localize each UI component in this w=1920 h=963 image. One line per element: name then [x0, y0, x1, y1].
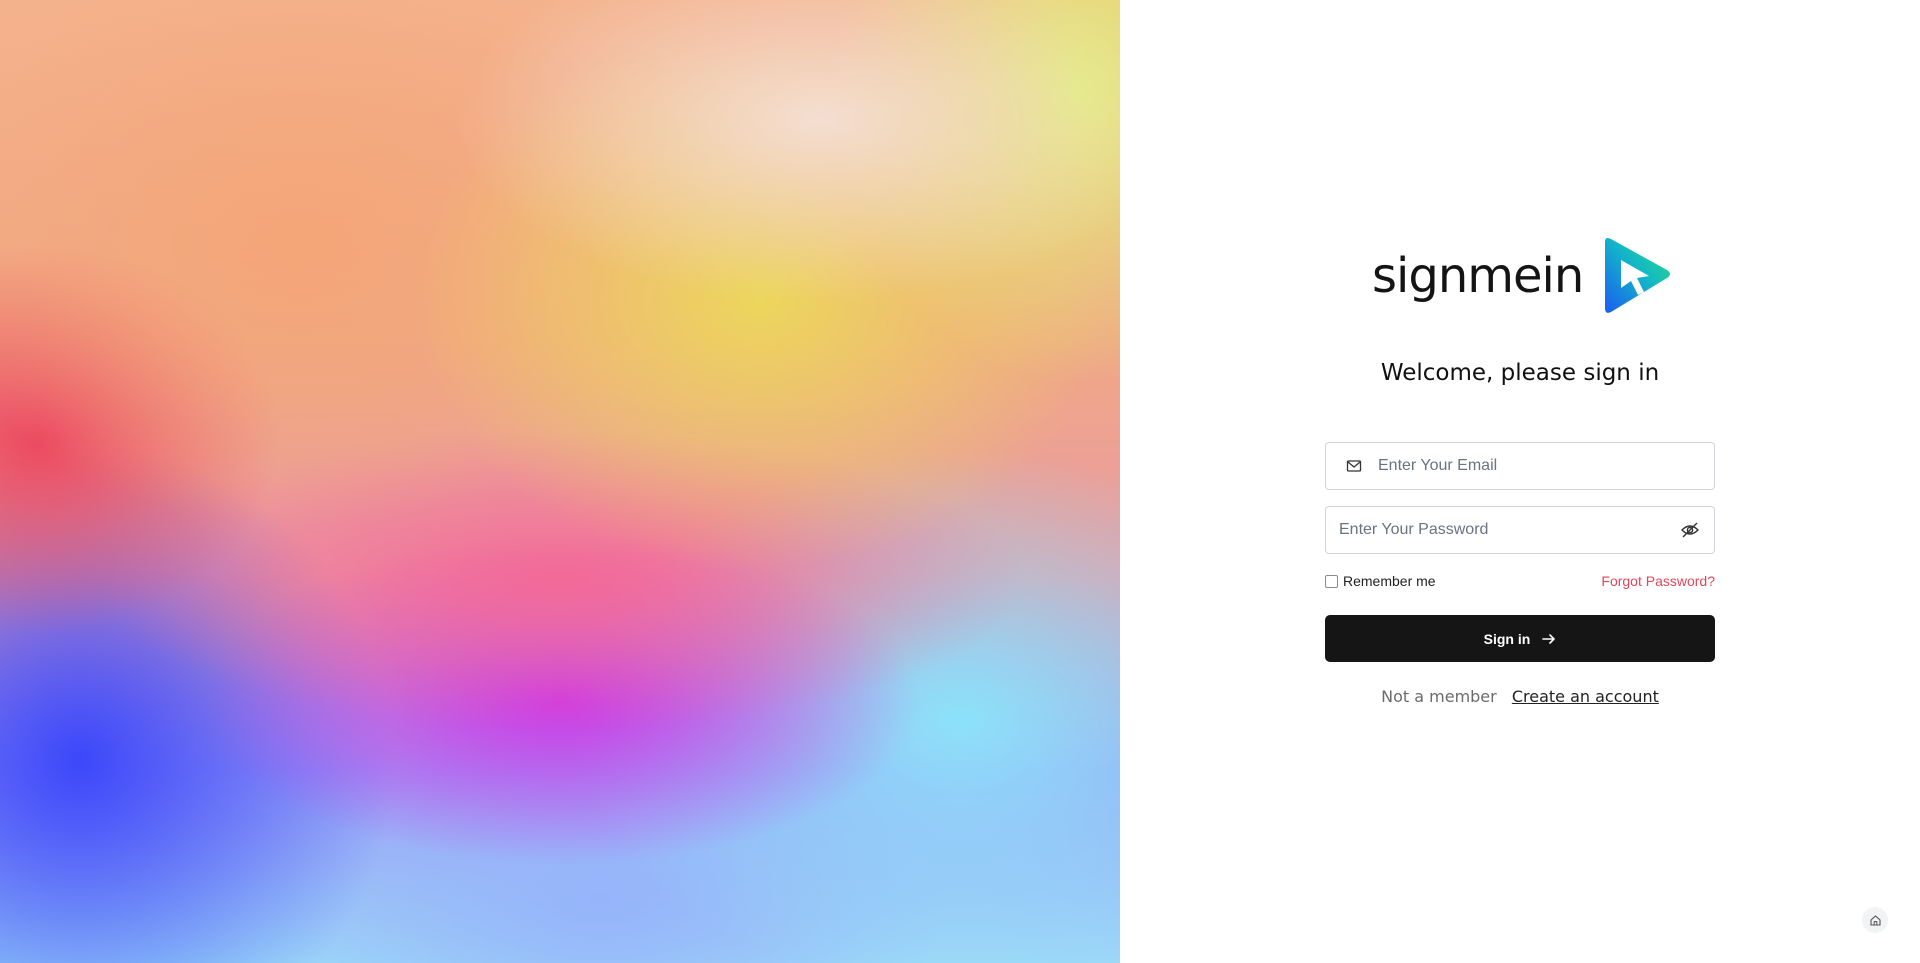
remember-me-checkbox[interactable] [1325, 574, 1338, 588]
hero-gradient-image [0, 0, 1120, 963]
create-account-link[interactable]: Create an account [1512, 687, 1659, 706]
arrow-right-icon [1542, 633, 1556, 644]
brand-name: signmein [1372, 248, 1584, 304]
brand-logo: signmein [1372, 236, 1673, 316]
password-field[interactable] [1325, 506, 1715, 554]
email-input[interactable] [1378, 443, 1714, 489]
sign-in-button[interactable]: Sign in [1325, 615, 1715, 662]
mail-icon [1346, 460, 1362, 472]
home-icon [1869, 914, 1881, 926]
password-input[interactable] [1339, 507, 1680, 553]
play-cursor-logo-icon [1605, 238, 1671, 313]
signup-prompt-text: Not a member [1381, 687, 1497, 706]
signup-prompt: Not a member Create an account [1325, 687, 1715, 706]
sign-in-label: Sign in [1483, 630, 1531, 647]
forgot-password-link[interactable]: Forgot Password? [1601, 573, 1715, 589]
eye-off-icon[interactable] [1680, 520, 1700, 540]
form-options-row: Remember me Forgot Password? [1325, 570, 1715, 592]
page-title: Welcome, please sign in [1380, 360, 1660, 386]
home-button[interactable] [1862, 907, 1888, 933]
remember-me[interactable]: Remember me [1325, 573, 1436, 589]
email-field[interactable] [1325, 442, 1715, 490]
remember-me-label: Remember me [1343, 573, 1436, 589]
